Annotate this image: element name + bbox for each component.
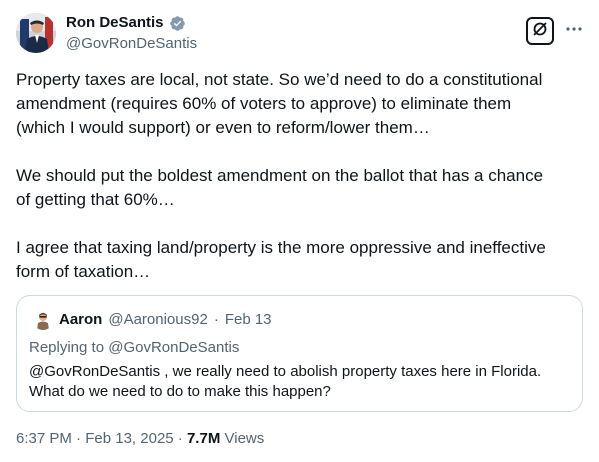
author-name-row[interactable]: Ron DeSantis <box>66 14 186 32</box>
footer-separator: · <box>76 430 82 447</box>
quoted-text: @GovRonDeSantis , we really need to abol… <box>29 362 569 402</box>
grok-button[interactable] <box>526 17 554 45</box>
quoted-handle[interactable]: @Aaronious92 <box>108 311 207 329</box>
quoted-line: @GovRonDeSantis , we really need to abol… <box>29 363 542 380</box>
quoted-separator: · <box>213 311 219 328</box>
author-display-name[interactable]: Ron DeSantis <box>66 14 164 32</box>
tweet-line: form of taxation… <box>16 262 151 281</box>
grok-icon <box>531 20 549 43</box>
tweet-line: Property taxes are local, not state. So … <box>16 70 543 89</box>
verified-badge-icon <box>169 15 186 32</box>
tweet-date[interactable]: Feb 13, 2025 <box>85 430 173 447</box>
footer-separator: · <box>177 430 183 447</box>
tweet-card: Ron DeSantis @GovRonDeSantis Property ta… <box>0 0 599 462</box>
quoted-date[interactable]: Feb 13 <box>225 311 272 329</box>
tweet-line: of getting that 60%… <box>16 190 175 209</box>
views-label: Views <box>224 430 265 447</box>
quoted-display-name[interactable]: Aaron <box>59 311 102 329</box>
more-options-icon <box>565 19 583 37</box>
replying-to-handle[interactable]: @GovRonDeSantis <box>108 339 239 356</box>
tweet-line: We should put the boldest amendment on t… <box>16 166 544 185</box>
quoted-author-avatar[interactable] <box>33 310 53 330</box>
tweet-line: amendment (requires 60% of voters to app… <box>16 94 512 113</box>
views-count[interactable]: 7.7M <box>187 430 220 447</box>
tweet-footer: 6:37 PM · Feb 13, 2025 · 7.7M Views <box>16 430 264 448</box>
author-handle[interactable]: @GovRonDeSantis <box>66 35 197 53</box>
quoted-line: What do we need to do to make this happe… <box>29 383 331 400</box>
tweet-time[interactable]: 6:37 PM <box>16 430 72 447</box>
tweet-line: (which I would support) or even to refor… <box>16 118 430 137</box>
author-avatar[interactable] <box>16 13 56 53</box>
replying-to: Replying to @GovRonDeSantis <box>29 339 239 357</box>
tweet-text: Property taxes are local, not state. So … <box>16 68 586 284</box>
replying-to-prefix: Replying to <box>29 339 105 356</box>
more-options-button[interactable] <box>564 18 584 38</box>
tweet-line: I agree that taxing land/property is the… <box>16 238 546 257</box>
quoted-tweet[interactable]: Aaron @Aaronious92 · Feb 13 Replying to … <box>16 295 583 412</box>
quoted-author-row[interactable]: Aaron @Aaronious92 · Feb 13 <box>33 310 272 330</box>
